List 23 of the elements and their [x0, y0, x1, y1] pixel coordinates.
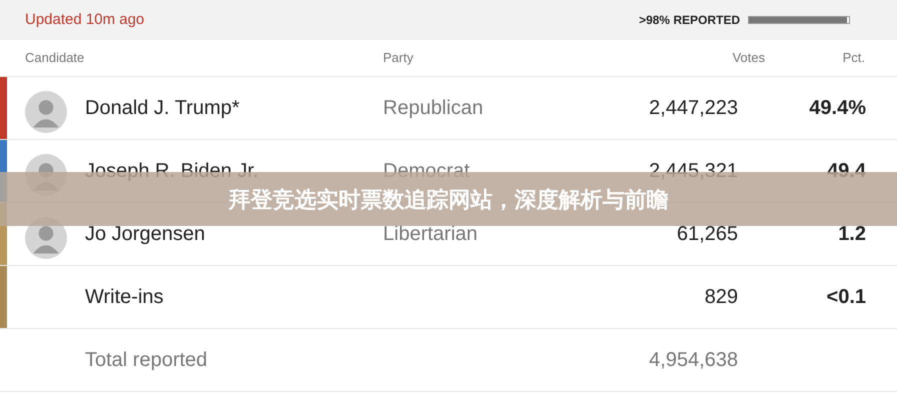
candidate-name: Donald J. Trump* — [85, 96, 241, 121]
candidate-name: Total reported — [85, 348, 208, 373]
vote-count: 829 — [704, 285, 738, 310]
avatar-icon — [25, 91, 67, 133]
party-name: Republican — [383, 96, 484, 121]
vote-count: 2,445,321 — [648, 159, 738, 184]
vote-count: 4,954,638 — [648, 348, 738, 373]
vote-percent: 49.4% — [808, 96, 866, 121]
candidate-name: Jo Jorgensen — [85, 222, 206, 247]
candidate-name: Joseph R. Biden Jr. — [85, 159, 260, 184]
vote-percent: <0.1 — [826, 285, 866, 310]
vote-count: 2,447,223 — [648, 96, 738, 121]
party-name: Libertarian — [383, 222, 479, 247]
reported-label: >98% REPORTED — [638, 12, 740, 29]
column-header: Party — [383, 49, 414, 68]
vote-percent: 1.2 — [837, 222, 866, 247]
column-header: Candidate — [25, 49, 86, 68]
vote-percent: 49.4 — [826, 159, 866, 184]
candidate-name: Write-ins — [85, 285, 165, 310]
updated-label: Updated 10m ago — [25, 10, 144, 30]
vote-count: 61,265 — [676, 222, 738, 247]
column-header: Pct. — [842, 49, 865, 68]
column-header: Votes — [731, 49, 765, 68]
